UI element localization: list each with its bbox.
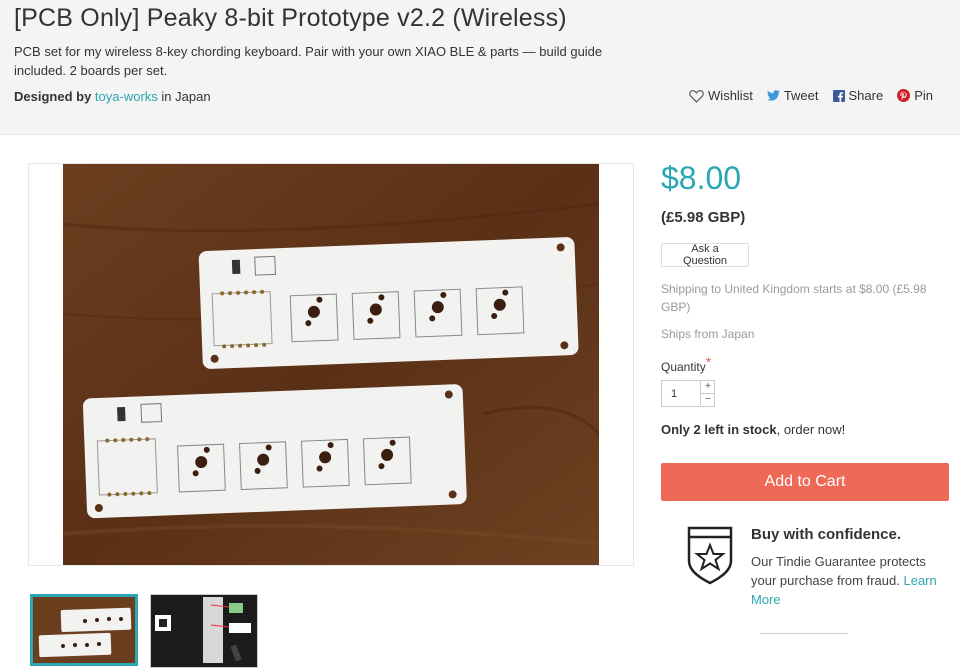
guarantee-text-block: Our Tindie Guarantee protects your purch…	[751, 552, 951, 609]
quantity-stepper: + –	[661, 380, 715, 407]
pinterest-icon	[897, 89, 911, 102]
wishlist-button[interactable]: Wishlist	[689, 88, 753, 103]
shipping-info: Shipping to United Kingdom starts at $8.…	[661, 282, 927, 314]
share-button[interactable]: Share	[832, 88, 884, 103]
add-to-cart-button[interactable]: Add to Cart	[661, 463, 949, 501]
pin-label: Pin	[914, 88, 933, 103]
designed-by-label: Designed by	[14, 89, 92, 104]
designer-location: in Japan	[161, 89, 211, 104]
quantity-decrement-button[interactable]: –	[700, 393, 715, 405]
minus-icon: –	[705, 393, 711, 404]
quantity-input[interactable]	[662, 381, 698, 406]
pcb-boards-illustration	[62, 164, 601, 565]
product-title: [PCB Only] Peaky 8-bit Prototype v2.2 (W…	[14, 4, 567, 32]
thumbnail-pcb-image	[33, 597, 135, 663]
twitter-icon	[766, 90, 780, 101]
product-price-gbp: (£5.98 GBP)	[661, 209, 746, 226]
gallery-thumbnail-2[interactable]	[150, 594, 258, 668]
wishlist-label: Wishlist	[708, 88, 753, 103]
quantity-label-text: Quantity	[661, 360, 706, 374]
main-product-photo[interactable]	[62, 164, 601, 565]
guarantee-text: Our Tindie Guarantee protects your purch…	[751, 554, 926, 588]
main-product-image-frame	[28, 163, 634, 566]
product-subtitle: PCB set for my wireless 8-key chording k…	[14, 44, 603, 78]
thumbnail-build-guide-image	[151, 595, 257, 667]
stock-cta: , order now!	[776, 422, 846, 437]
heart-icon	[689, 89, 704, 103]
tweet-label: Tweet	[783, 88, 819, 103]
product-header: [PCB Only] Peaky 8-bit Prototype v2.2 (W…	[0, 0, 960, 135]
stock-count: Only 2 left in stock	[661, 422, 777, 437]
gallery-thumbnail-1[interactable]	[30, 594, 138, 666]
required-asterisk: *	[705, 354, 712, 370]
product-price: $8.00	[661, 160, 742, 196]
shield-star-icon	[686, 525, 734, 590]
plus-icon: +	[705, 381, 711, 392]
guarantee-title: Buy with confidence.	[751, 526, 902, 543]
designer-line: Designed by toya-works in Japan	[14, 89, 211, 104]
social-share-bar: Wishlist Tweet Share Pin	[689, 88, 933, 103]
ask-question-button[interactable]: Ask a Question	[661, 243, 749, 267]
facebook-icon	[832, 89, 845, 102]
pin-button[interactable]: Pin	[897, 88, 933, 103]
tweet-button[interactable]: Tweet	[766, 88, 819, 103]
designer-link[interactable]: toya-works	[95, 89, 158, 104]
share-label: Share	[848, 88, 884, 103]
stock-status: Only 2 left in stock, order now!	[661, 422, 845, 437]
ships-from: Ships from Japan	[661, 327, 755, 341]
quantity-label: Quantity*	[661, 354, 711, 374]
divider	[760, 633, 848, 634]
